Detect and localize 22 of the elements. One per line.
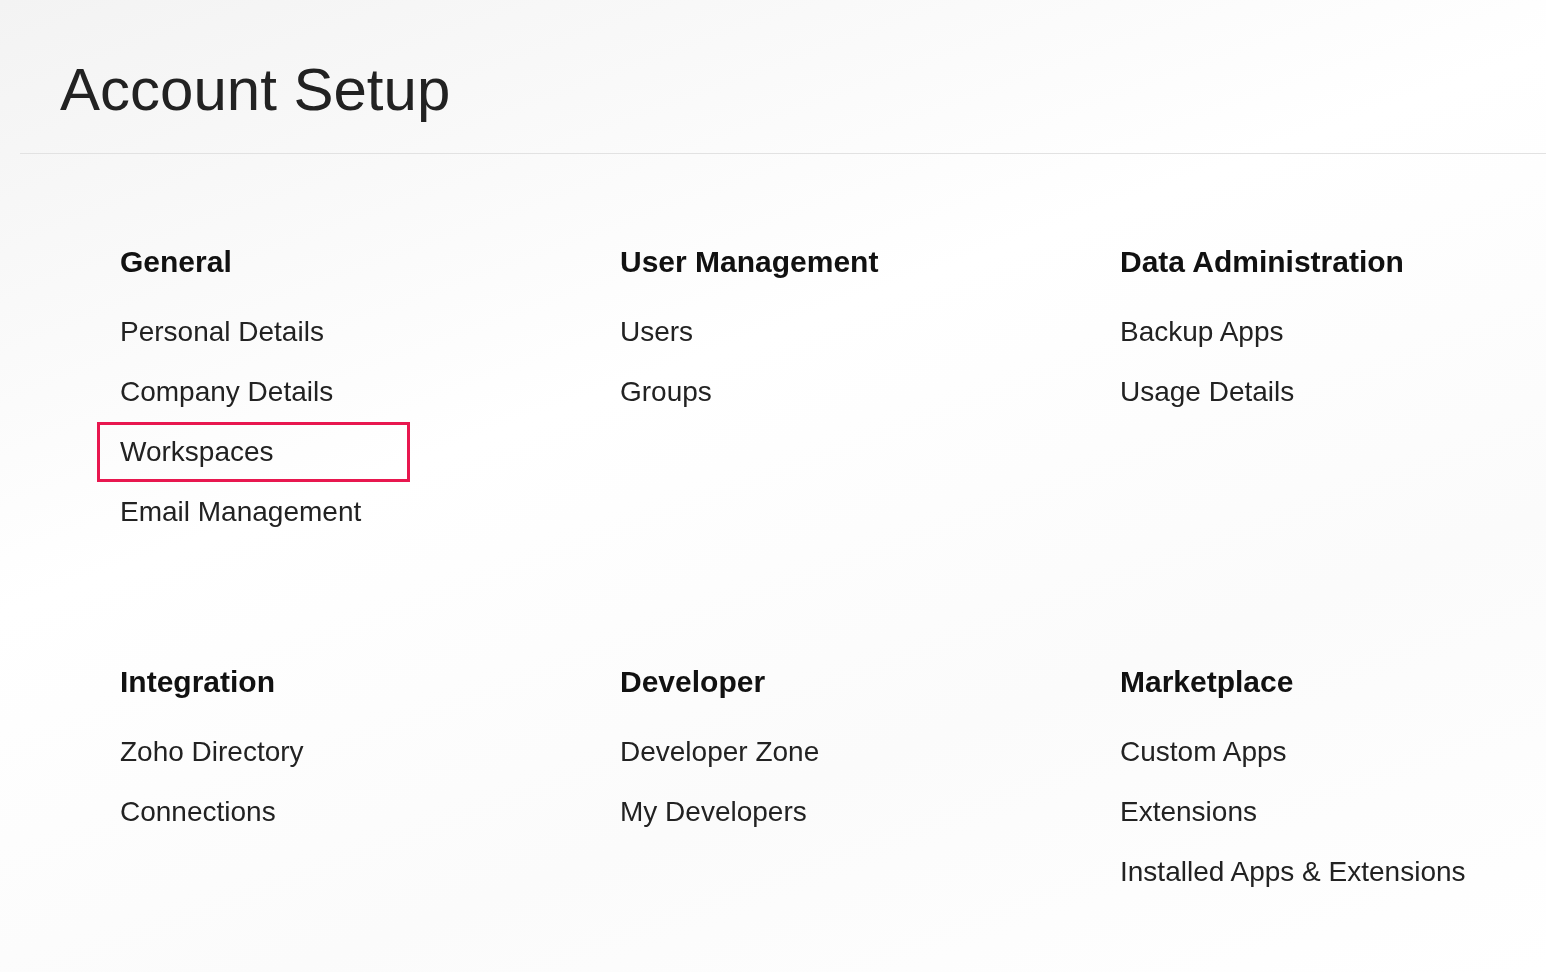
- settings-link[interactable]: My Developers: [597, 782, 910, 842]
- settings-link[interactable]: Connections: [97, 782, 410, 842]
- section-heading: Data Administration: [1120, 244, 1404, 280]
- settings-link[interactable]: Backup Apps: [1097, 302, 1410, 362]
- settings-link[interactable]: Groups: [597, 362, 910, 422]
- settings-link[interactable]: Developer Zone: [597, 722, 910, 782]
- settings-link[interactable]: Extensions: [1097, 782, 1410, 842]
- section-heading: User Management: [620, 244, 879, 280]
- settings-link[interactable]: Installed Apps & Extensions: [1097, 842, 1489, 902]
- settings-link[interactable]: Company Details: [97, 362, 410, 422]
- section-heading: Developer: [620, 664, 766, 700]
- settings-link[interactable]: Email Management: [97, 482, 410, 542]
- settings-link[interactable]: Personal Details: [97, 302, 410, 362]
- section-heading: Integration: [120, 664, 275, 700]
- settings-link[interactable]: Usage Details: [1097, 362, 1410, 422]
- section-heading: General: [120, 244, 232, 280]
- page-title: Account Setup: [60, 55, 451, 125]
- settings-link[interactable]: Custom Apps: [1097, 722, 1410, 782]
- settings-link[interactable]: Workspaces: [97, 422, 410, 482]
- settings-link[interactable]: Zoho Directory: [97, 722, 410, 782]
- section-heading: Marketplace: [1120, 664, 1294, 700]
- settings-link[interactable]: Users: [597, 302, 910, 362]
